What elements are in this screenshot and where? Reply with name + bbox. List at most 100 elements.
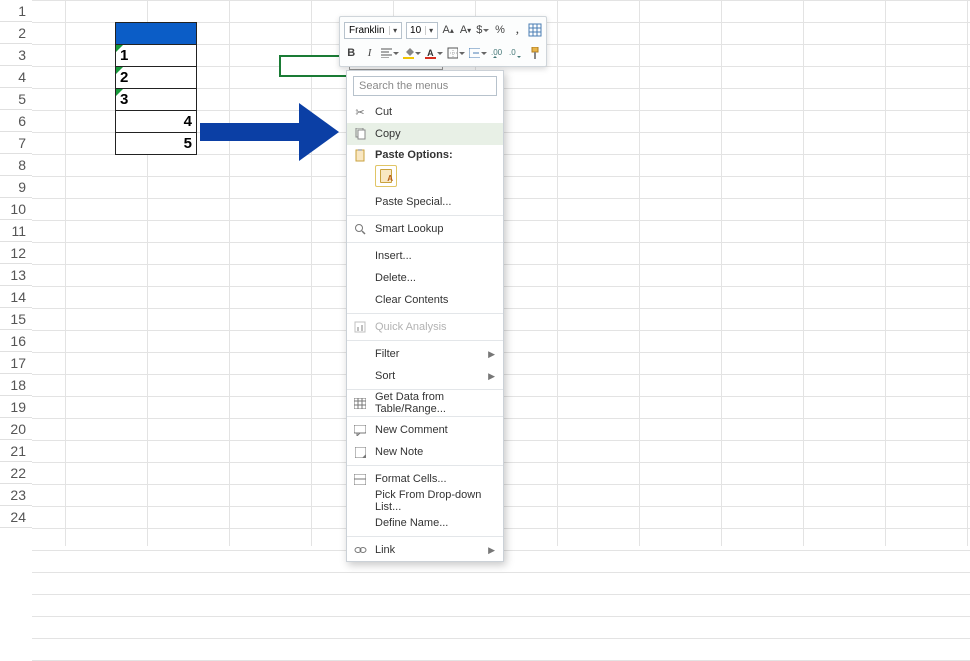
merge-icon [469,48,480,58]
increase-font-button[interactable]: A▴ [442,22,455,39]
menu-item-insert[interactable]: Insert... [347,245,503,267]
menu-item-filter[interactable]: Filter▶ [347,343,503,365]
merge-center-button[interactable] [469,45,487,62]
table-icon [353,396,367,410]
align-icon [381,48,392,58]
data-cell[interactable]: 5 [116,133,197,155]
comma-style-button[interactable]: , [511,22,524,39]
row-header[interactable]: 6 [0,110,32,132]
data-cell[interactable]: 2 [116,67,197,89]
accounting-format-button[interactable]: $ [476,22,489,39]
separator [347,215,503,216]
decrease-decimal-button[interactable]: .0 [509,45,523,62]
row-header[interactable]: 13 [0,264,32,286]
menu-item-link[interactable]: Link▶ [347,539,503,561]
separator [347,416,503,417]
separator [347,242,503,243]
row-header[interactable]: 4 [0,66,32,88]
comment-icon [353,423,367,437]
row-header[interactable]: 19 [0,396,32,418]
chevron-right-icon: ▶ [488,371,495,382]
row-header[interactable]: 14 [0,286,32,308]
separator [347,536,503,537]
source-data-column: 12345 [115,22,197,155]
menu-item-smart-lookup[interactable]: Smart Lookup [347,218,503,240]
borders-button[interactable] [447,45,465,62]
row-header[interactable]: 2 [0,22,32,44]
row-header[interactable]: 17 [0,352,32,374]
mini-toolbar: Franklin▾ 10▾ A▴ A▾ $ % , B I A .00 [339,16,547,67]
menu-item-cut[interactable]: ✂ Cut [347,101,503,123]
row-header[interactable]: 3 [0,44,32,66]
row-header[interactable]: 9 [0,176,32,198]
inc-decimal-icon: .00 [491,47,505,59]
align-button[interactable] [381,45,399,62]
menu-item-get-data[interactable]: Get Data from Table/Range... [347,392,503,414]
percent-format-button[interactable]: % [493,22,506,39]
menu-item-pick-from-list[interactable]: Pick From Drop-down List... [347,490,503,512]
row-header[interactable]: 24 [0,506,32,528]
italic-button[interactable]: I [362,45,376,62]
context-menu: Search the menus ✂ Cut Copy Paste Option… [346,70,504,562]
row-header[interactable]: 16 [0,330,32,352]
scissors-icon: ✂ [353,105,367,119]
menu-item-define-name[interactable]: Define Name... [347,512,503,534]
font-size-select[interactable]: 10▾ [406,22,438,39]
data-cell[interactable]: 3 [116,89,197,111]
row-header[interactable]: 23 [0,484,32,506]
quick-analysis-icon [353,320,367,334]
menu-item-clear-contents[interactable]: Clear Contents [347,289,503,311]
row-header[interactable]: 12 [0,242,32,264]
row-header[interactable]: 11 [0,220,32,242]
row-header[interactable]: 5 [0,88,32,110]
data-cell[interactable]: 4 [116,111,197,133]
chevron-right-icon: ▶ [488,545,495,556]
row-header[interactable]: 8 [0,154,32,176]
separator [347,465,503,466]
row-header[interactable]: 18 [0,374,32,396]
dec-decimal-icon: .0 [509,47,523,59]
data-cell[interactable] [116,23,197,45]
svg-text:.0: .0 [509,48,516,57]
separator [347,340,503,341]
row-header[interactable]: 21 [0,440,32,462]
fill-color-button[interactable] [403,45,421,62]
menu-item-quick-analysis: Quick Analysis [347,316,503,338]
search-icon [353,222,367,236]
menu-item-format-cells[interactable]: Format Cells... [347,468,503,490]
conditional-format-button[interactable] [528,22,542,39]
paste-options-row [347,163,503,191]
menu-item-delete[interactable]: Delete... [347,267,503,289]
bold-button[interactable]: B [344,45,358,62]
borders-icon [447,47,458,59]
data-cell[interactable]: 1 [116,45,197,67]
menu-item-new-note[interactable]: New Note [347,441,503,463]
paint-bucket-icon [403,48,414,59]
row-header[interactable]: 15 [0,308,32,330]
decrease-font-button[interactable]: A▾ [459,22,472,39]
paste-keep-text-button[interactable] [375,165,397,187]
row-header[interactable]: 7 [0,132,32,154]
menu-item-new-comment[interactable]: New Comment [347,419,503,441]
row-header-column: 123456789101112131415161718192021222324 [0,0,32,528]
svg-text:.00: .00 [491,48,503,57]
format-cells-icon [353,472,367,486]
menu-item-paste-special[interactable]: Paste Special... [347,191,503,213]
link-icon [353,543,367,557]
row-header[interactable]: 20 [0,418,32,440]
menu-item-sort[interactable]: Sort▶ [347,365,503,387]
menu-item-copy[interactable]: Copy [347,123,503,145]
separator [347,389,503,390]
row-header[interactable]: 1 [0,0,32,22]
clipboard-a-icon [380,169,392,183]
increase-decimal-button[interactable]: .00 [491,45,505,62]
format-painter-button[interactable] [528,45,542,62]
separator [347,313,503,314]
font-color-button[interactable]: A [425,45,443,62]
brush-icon [529,47,541,60]
instruction-arrow [200,103,340,161]
menu-search-input[interactable]: Search the menus [353,76,497,96]
row-header[interactable]: 22 [0,462,32,484]
row-header[interactable]: 10 [0,198,32,220]
font-name-select[interactable]: Franklin▾ [344,22,402,39]
